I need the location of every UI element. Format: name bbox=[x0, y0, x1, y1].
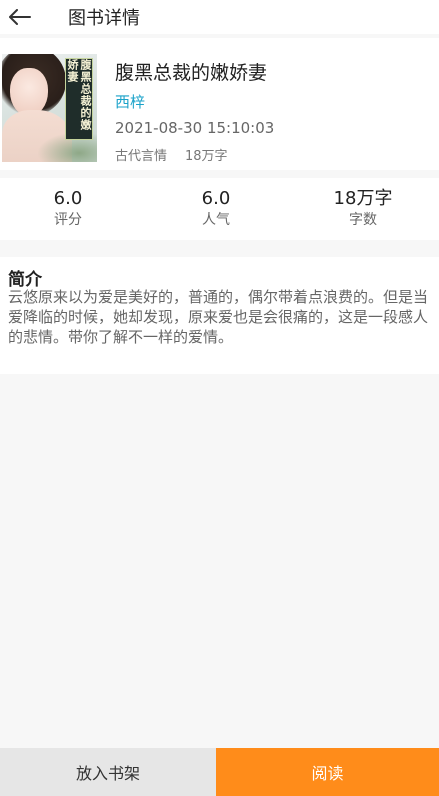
stats-panel: 6.0 评分 6.0 人气 18万字 字数 bbox=[0, 178, 439, 240]
stat-popularity: 6.0 人气 bbox=[156, 188, 276, 230]
stat-rating: 6.0 评分 bbox=[8, 188, 128, 230]
book-meta: 古代言情 18万字 bbox=[115, 145, 228, 164]
stat-value: 6.0 bbox=[201, 188, 231, 209]
stat-words: 18万字 字数 bbox=[303, 188, 423, 230]
cover-title: 腹黑总裁的嫩娇妻 bbox=[65, 58, 93, 140]
stat-label: 字数 bbox=[349, 212, 377, 228]
book-title: 腹黑总裁的嫩娇妻 bbox=[115, 62, 268, 84]
book-cover[interactable]: 腹黑总裁的嫩娇妻 bbox=[2, 54, 97, 162]
page-title: 图书详情 bbox=[68, 8, 140, 29]
book-info-card: 腹黑总裁的嫩娇妻 腹黑总裁的嫩娇妻 西梓 2021-08-30 15:10:03… bbox=[0, 38, 439, 170]
top-bar: 图书详情 bbox=[0, 0, 439, 34]
bottom-action-bar: 放入书架 阅读 bbox=[0, 748, 439, 796]
author-link[interactable]: 西梓 bbox=[115, 91, 145, 112]
stat-label: 评分 bbox=[54, 212, 82, 228]
stat-value: 6.0 bbox=[53, 188, 83, 209]
back-button[interactable] bbox=[0, 0, 40, 34]
intro-section: 简介 云悠原来以为爱是美好的，普通的，偶尔带着点浪费的。但是当爱降临的时候，她却… bbox=[0, 257, 439, 374]
stat-value: 18万字 bbox=[333, 188, 393, 209]
intro-text: 云悠原来以为爱是美好的，普通的，偶尔带着点浪费的。但是当爱降临的时候，她却发现，… bbox=[8, 288, 429, 346]
word-count: 18万字 bbox=[185, 149, 228, 164]
stat-label: 人气 bbox=[202, 212, 230, 228]
read-button[interactable]: 阅读 bbox=[216, 748, 439, 796]
category-tag: 古代言情 bbox=[115, 149, 168, 164]
update-date: 2021-08-30 15:10:03 bbox=[115, 119, 275, 137]
arrow-left-icon bbox=[9, 9, 31, 25]
add-to-shelf-button[interactable]: 放入书架 bbox=[0, 748, 216, 796]
